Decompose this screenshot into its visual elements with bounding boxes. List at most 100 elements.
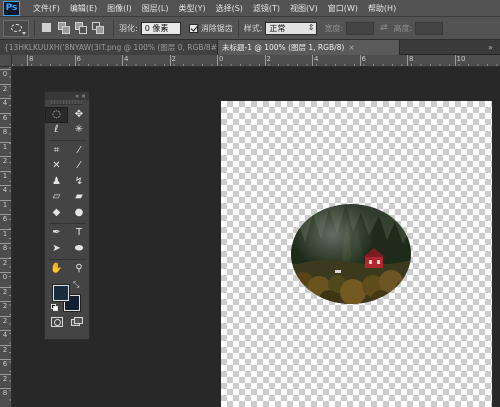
ruler-label: 2 (0, 156, 11, 165)
quick-mask-icon[interactable] (51, 317, 63, 327)
crop-tool[interactable]: ⌗ (45, 143, 68, 159)
panel-grip[interactable] (51, 100, 83, 105)
menu-item[interactable]: 编辑(E) (65, 3, 102, 14)
menu-bar: Ps 文件(F) 编辑(E) 图像(I) 图层(L) 类型(Y) 选择(S) 滤镜(T) 视图… (0, 0, 500, 17)
more-tabs-icon[interactable]: » (488, 40, 500, 54)
path-selection-tool[interactable]: ➤ (45, 241, 68, 257)
ruler-label: 1 (0, 199, 11, 209)
close-icon[interactable]: × (348, 43, 354, 52)
ruler-label: 2 (0, 373, 11, 383)
magic-wand-tool[interactable]: ✳ (68, 123, 90, 139)
document-canvas[interactable] (221, 101, 492, 407)
default-colors-icon[interactable] (51, 304, 58, 311)
ruler-label: 6 (0, 359, 11, 368)
circular-photo (291, 204, 411, 304)
tab-document-1[interactable]: {13HKLKUUXH('8NYAW(3IT.png @ 100% (图层 0,… (0, 40, 218, 55)
ruler-label: 2 (0, 257, 11, 267)
tab-document-2[interactable]: 未标题-1 @ 100% (图层 1, RGB/8) × (218, 40, 400, 55)
healing-brush-icon: ✕ (52, 160, 61, 172)
ruler-label: 6 (0, 112, 11, 122)
swap-dimensions-icon[interactable]: ⇄ (380, 23, 388, 33)
healing-brush-tool[interactable]: ✕ (45, 159, 68, 175)
ruler-label: 0 (0, 69, 11, 78)
crop-icon: ⌗ (53, 144, 60, 156)
new-selection-icon[interactable] (40, 21, 54, 35)
history-brush-tool[interactable]: ↯ (68, 174, 90, 190)
divider (237, 19, 239, 37)
tab-label: {13HKLKUUXH('8NYAW(3IT.png @ 100% (图层 0,… (4, 43, 218, 52)
move-icon: ✥ (74, 108, 84, 120)
ruler-label: 6 (359, 55, 366, 66)
ruler-label: 2 (169, 55, 176, 66)
tab-label: 未标题-1 @ 100% (图层 1, RGB/8) (222, 43, 345, 52)
brush-icon: ⁄ (78, 160, 80, 172)
ellipse-shape-tool[interactable]: ⬬ (68, 241, 90, 257)
eraser-tool[interactable]: ▱ (45, 190, 68, 206)
feather-input[interactable]: 0 像素 (140, 21, 181, 35)
tools-panel-header[interactable]: « × (45, 92, 89, 100)
ruler-label: 2 (0, 83, 11, 93)
ruler-label: 6 (0, 214, 11, 223)
hand-tool[interactable]: ✋ (45, 262, 68, 278)
ruler-label: 0 (0, 272, 11, 281)
menu-item[interactable]: 窗口(W) (323, 3, 363, 14)
intersect-selection-icon[interactable] (91, 21, 105, 35)
foreground-color-swatch[interactable] (53, 285, 69, 301)
antialias-checkbox[interactable] (188, 23, 198, 33)
swap-colors-icon[interactable]: ⤡ (73, 280, 79, 290)
elliptical-marquee-tool[interactable]: ◌ (45, 107, 68, 123)
bottom-tools (45, 315, 89, 329)
type-tool[interactable]: T (68, 226, 90, 242)
clone-stamp-icon: ♟ (52, 175, 61, 187)
document-tabs: {13HKLKUUXH('8NYAW(3IT.png @ 100% (图层 0,… (0, 40, 500, 55)
divider (49, 221, 86, 224)
ruler-label: 8 (0, 388, 11, 397)
width-label: 宽度: (324, 23, 344, 33)
collapse-close-icons[interactable]: « × (75, 93, 86, 100)
tool-preset-picker[interactable] (3, 19, 29, 37)
menu-item[interactable]: 滤镜(T) (248, 3, 285, 14)
tool-grid: ◌ ✥ ℓ ✳ ⌗ ⁄ ✕ ⁄ ♟ ↯ ▱ ▰ ◆ ● ✒ T ➤ ⬬ ✋ ⚲ (45, 107, 89, 277)
add-to-selection-icon[interactable] (57, 21, 71, 35)
eraser-icon: ▱ (52, 191, 61, 203)
hand-icon: ✋ (50, 263, 63, 275)
divider (34, 19, 35, 37)
ruler-label: 4 (0, 98, 11, 107)
menu-item[interactable]: 视图(V) (285, 3, 323, 14)
width-input[interactable] (346, 21, 375, 35)
menu-item[interactable]: 图像(I) (102, 3, 137, 14)
paint-bucket-tool[interactable]: ▰ (68, 190, 90, 206)
clone-stamp-tool[interactable]: ♟ (45, 174, 68, 190)
menu-item[interactable]: 类型(Y) (173, 3, 210, 14)
zoom-tool[interactable]: ⚲ (68, 262, 90, 278)
horizontal-ruler[interactable]: 8642024681012 (12, 55, 500, 67)
ruler-label: 8 (26, 55, 34, 66)
subtract-from-selection-icon[interactable] (74, 21, 88, 35)
style-select[interactable]: 正常 (265, 21, 318, 35)
ruler-label: 4 (0, 330, 11, 339)
style-label: 样式: (243, 23, 263, 33)
ruler-corner[interactable] (0, 55, 12, 67)
brush-tool[interactable]: ⁄ (68, 159, 90, 175)
move-tool[interactable]: ✥ (68, 107, 90, 123)
menu-item[interactable]: 图层(L) (137, 3, 174, 14)
elliptical-marquee-icon (10, 24, 22, 32)
path-selection-icon: ➤ (52, 242, 61, 254)
menu-item[interactable]: 帮助(H) (363, 3, 401, 14)
pen-tool[interactable]: ✒ (45, 226, 68, 242)
menu-item[interactable]: 文件(F) (28, 3, 65, 14)
screen-mode-icon[interactable] (71, 317, 83, 327)
menu-item[interactable]: 选择(S) (211, 3, 248, 14)
history-brush-icon: ↯ (74, 175, 84, 187)
color-swatches: ⤡ (45, 279, 89, 315)
height-input[interactable] (415, 21, 444, 35)
landscape-image (291, 204, 411, 304)
eyedropper-tool[interactable]: ⁄ (68, 143, 90, 159)
ruler-label: 2 (0, 301, 11, 310)
vertical-ruler[interactable]: 0 2 4 6 8 1 2 1 4 1 6 1 8 2 0 2 2 2 4 2 6 2 8 (0, 67, 12, 407)
lasso-tool[interactable]: ℓ (45, 123, 68, 139)
dodge-tool[interactable]: ● (68, 205, 90, 221)
divider (49, 138, 86, 141)
height-label: 高度: (393, 23, 413, 33)
blur-tool[interactable]: ◆ (45, 205, 68, 221)
